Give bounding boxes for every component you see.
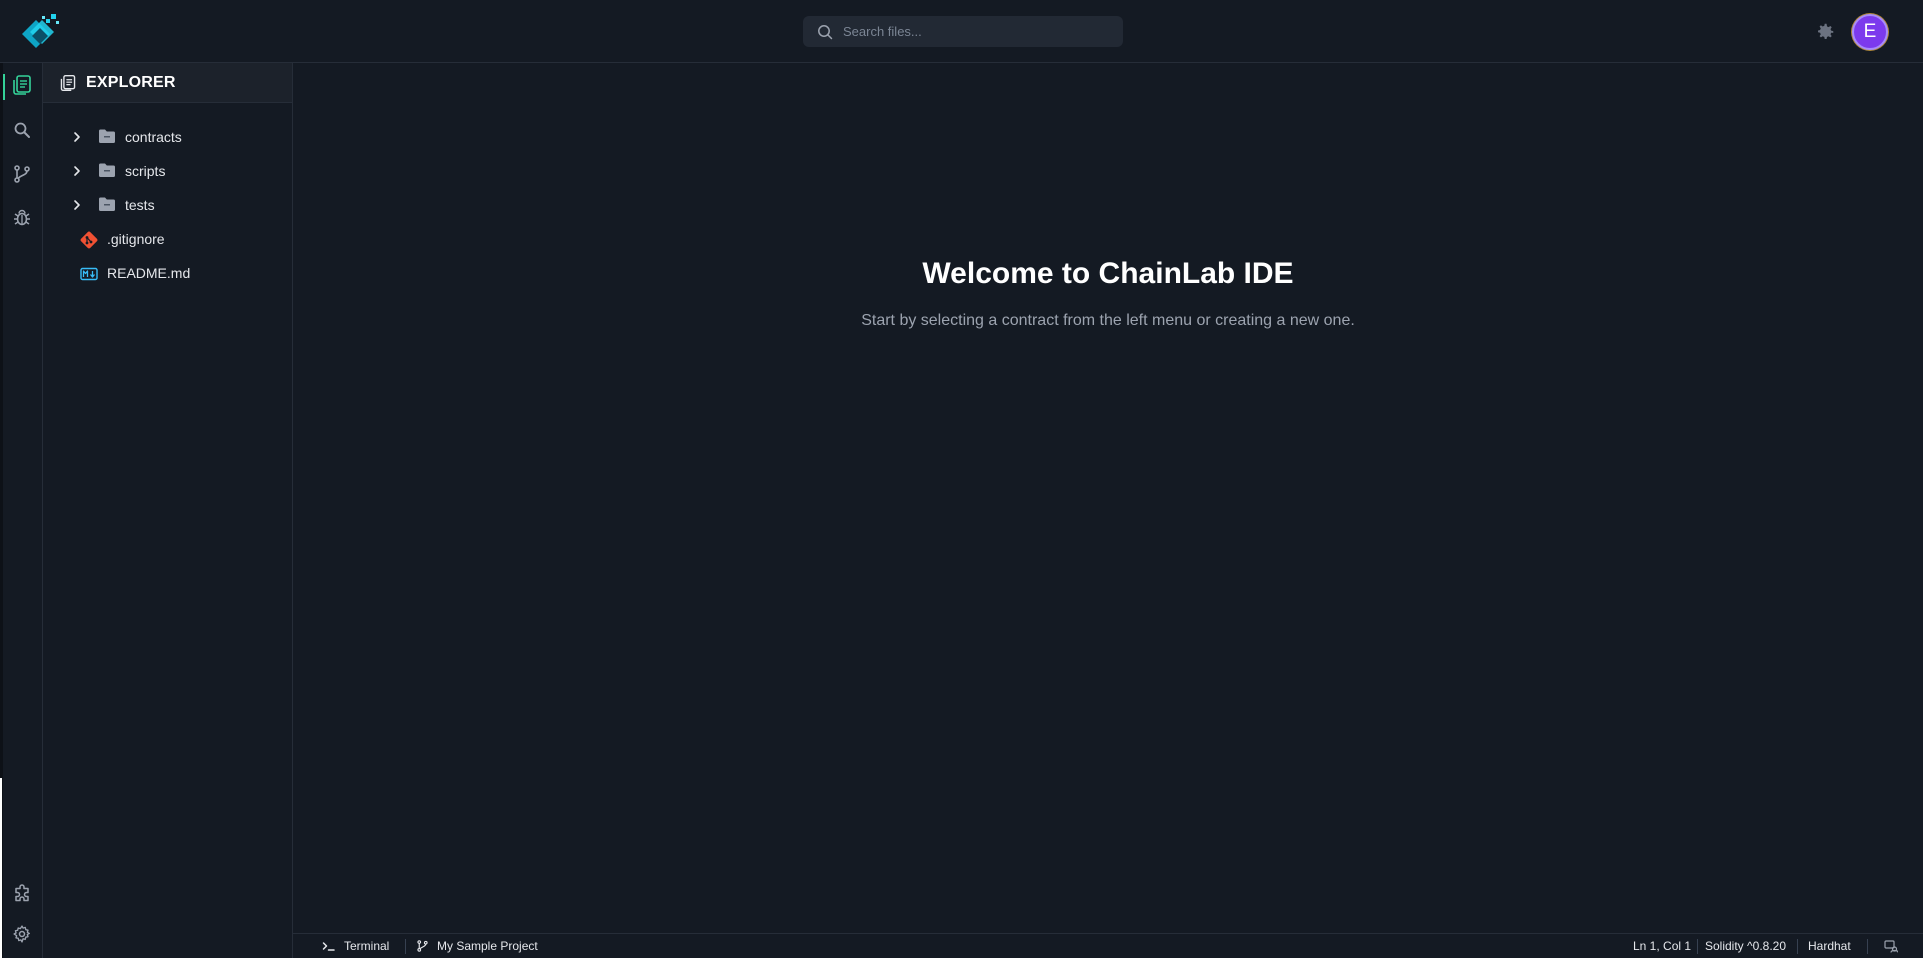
activity-explorer-button[interactable] [10,73,34,97]
bug-icon [14,209,30,226]
status-divider [1867,939,1868,954]
terminal-icon [322,942,335,951]
gear-icon [13,925,31,943]
folder-icon [99,163,115,177]
notifications-button[interactable] [1884,940,1898,953]
tree-item-label: README.md [107,265,191,281]
tree-folder-tests[interactable]: tests [43,188,292,222]
tree-file-gitignore[interactable]: .gitignore [43,222,292,256]
project-name: My Sample Project [437,939,538,953]
search-input[interactable] [843,24,1113,39]
tree-item-label: .gitignore [107,231,165,247]
chevron-right-icon[interactable] [71,199,83,211]
explorer-sidebar: EXPLORER contracts scripts tests .gitign… [43,63,293,958]
files-icon [13,75,31,95]
search-box[interactable] [803,16,1123,47]
activity-bar [0,63,43,958]
status-divider [405,939,406,954]
folder-icon [99,129,115,143]
tree-folder-contracts[interactable]: contracts [43,120,292,154]
project-branch-indicator[interactable]: My Sample Project [416,939,538,953]
compiler-version[interactable]: Solidity ^0.8.20 [1705,939,1786,953]
activity-debug-button[interactable] [10,206,34,230]
activity-extensions-button[interactable] [10,882,34,906]
tree-item-label: contracts [125,129,182,145]
terminal-toggle-button[interactable]: Terminal [322,939,389,953]
explorer-header: EXPLORER [43,63,292,103]
window-edge-marker [0,778,2,958]
welcome-title: Welcome to ChainLab IDE [922,257,1294,290]
gear-icon [1818,23,1834,39]
avatar-initial: E [1863,21,1877,42]
chevron-right-icon[interactable] [71,165,83,177]
user-avatar[interactable]: E [1852,14,1888,50]
cursor-position[interactable]: Ln 1, Col 1 [1633,939,1691,953]
active-indicator [3,74,5,100]
git-icon [80,231,98,249]
framework-indicator[interactable]: Hardhat [1808,939,1851,953]
compiler-version-label: Solidity ^0.8.20 [1705,939,1787,953]
activity-source-control-button[interactable] [10,162,34,186]
settings-gear-button[interactable] [1814,21,1836,43]
search-icon [14,122,30,138]
markdown-icon [80,267,98,281]
git-branch-icon [14,165,30,183]
tree-folder-scripts[interactable]: scripts [43,154,292,188]
activity-search-button[interactable] [10,118,34,142]
status-bar: Terminal My Sample Project Ln 1, Col 1 S… [293,933,1923,958]
status-divider [1697,939,1698,954]
terminal-label: Terminal [344,939,390,953]
app-logo[interactable] [18,10,62,54]
welcome-subtitle: Start by selecting a contract from the l… [861,312,1355,329]
feedback-icon [1884,940,1898,953]
puzzle-icon [15,884,29,902]
git-branch-icon [417,940,428,952]
explorer-title: EXPLORER [86,73,176,91]
folder-icon [99,197,115,211]
chevron-right-icon[interactable] [71,131,83,143]
files-icon [60,74,76,91]
tree-file-readme[interactable]: README.md [43,256,292,290]
activity-settings-button[interactable] [10,922,34,946]
tree-item-label: tests [125,197,155,213]
cursor-position-label: Ln 1, Col 1 [1633,939,1692,953]
tree-item-label: scripts [125,163,166,179]
status-divider [1797,939,1798,954]
framework-label: Hardhat [1808,939,1851,953]
editor-area: Welcome to ChainLab IDE Start by selecti… [293,63,1923,933]
top-bar: E [0,0,1923,63]
search-icon [818,24,833,39]
file-tree: contracts scripts tests .gitignore READM… [43,120,292,290]
